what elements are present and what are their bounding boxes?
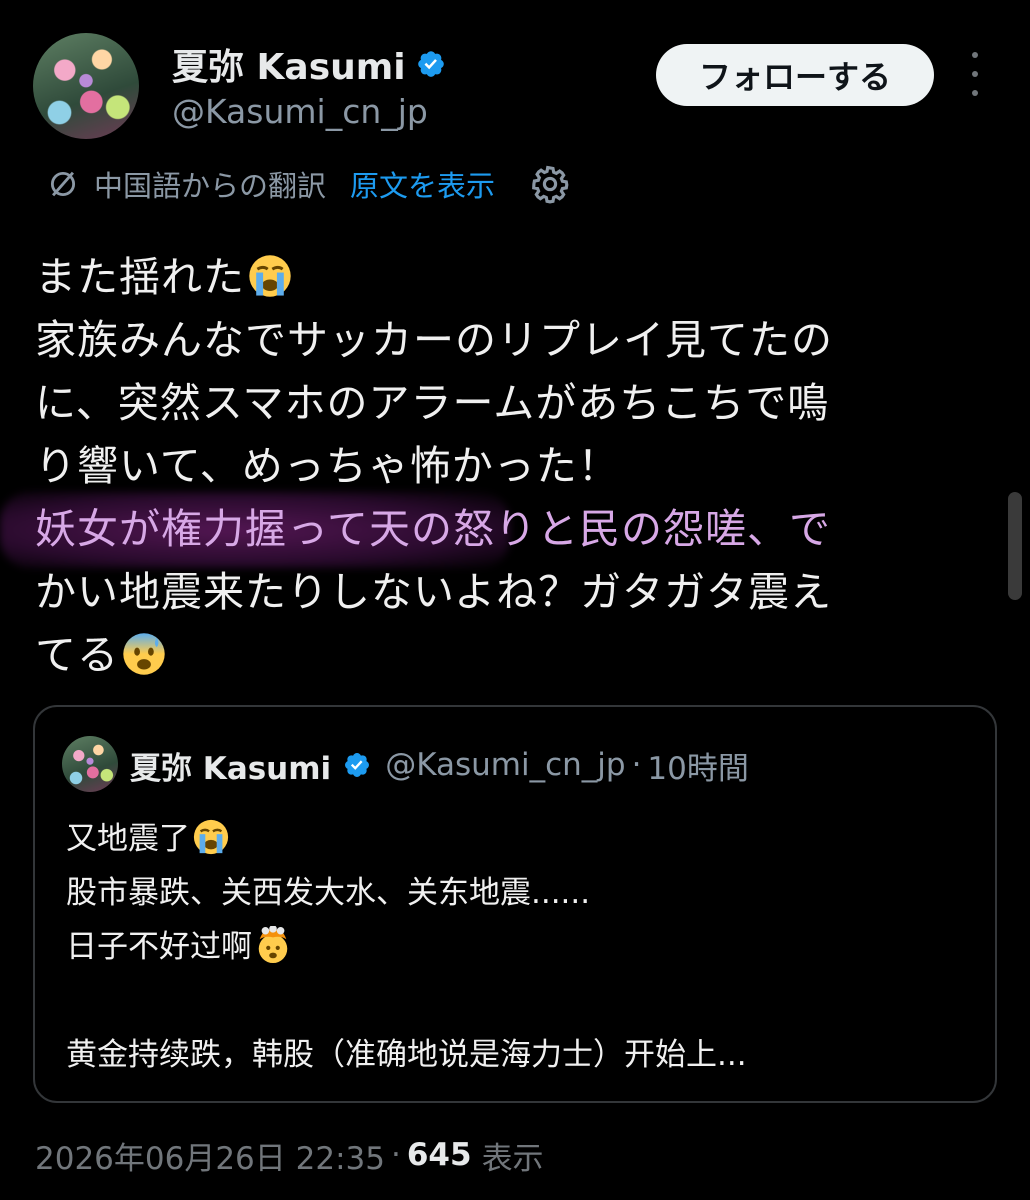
- views-label: 表示: [481, 1140, 544, 1177]
- translation-row: 中国語からの翻訳 原文を表示: [46, 162, 571, 206]
- more-vertical-icon[interactable]: [962, 52, 988, 96]
- post-body-line: り響いて、めっちゃ怖かった！: [35, 442, 620, 490]
- author-handle[interactable]: @Kasumi_cn_jp: [172, 92, 428, 131]
- post-body-text: また揺れた: [35, 253, 245, 301]
- quoted-body-line: 股市暴跌、关西发大水、关东地震......: [66, 875, 591, 911]
- separator-dot: ·: [390, 1137, 401, 1173]
- show-original-link[interactable]: 原文を表示: [350, 163, 495, 205]
- anxious-face-with-sweat-emoji: [123, 633, 165, 675]
- quoted-post-body: 又地震了 股市暴跌、关西发大水、关东地震...... 日子不好过啊 黄金持续跌，…: [66, 812, 966, 1082]
- quoted-body-text: 又地震了: [66, 821, 190, 857]
- post-body-line: かい地震来たりしないよね？ガタガタ震え: [35, 568, 833, 616]
- quoted-body-text: 日子不好过啊: [66, 929, 252, 965]
- quoted-body-line: [66, 974, 966, 1028]
- follow-button[interactable]: フォローする: [656, 44, 934, 106]
- author-avatar[interactable]: [33, 33, 139, 139]
- post-body-line-highlighted: 妖女が権力握って天の怒りと民の怨嗟、で: [35, 505, 831, 553]
- loudly-crying-face-emoji: [193, 819, 229, 855]
- translation-label: 中国語からの翻訳: [94, 169, 327, 203]
- post-timestamp[interactable]: 2026年06月26日 22:35: [35, 1133, 385, 1178]
- quoted-body-line: 黄金持续跌，韩股（准确地说是海力士）开始上...: [66, 1037, 747, 1073]
- post-body-text: てる: [35, 631, 119, 679]
- quoted-author-name[interactable]: 夏弥 Kasumi: [130, 743, 331, 788]
- verified-badge-icon: [345, 753, 370, 777]
- exploding-head-emoji: [258, 926, 288, 964]
- quoted-body-line: 又地震了: [66, 812, 966, 866]
- post-meta-row: 2026年06月26日 22:35 · 645 表示: [35, 1130, 544, 1180]
- gear-icon[interactable]: [529, 163, 571, 205]
- quoted-post-time[interactable]: 10時間: [647, 743, 748, 788]
- loudly-crying-face-emoji: [249, 255, 291, 297]
- author-name-row[interactable]: 夏弥 Kasumi: [172, 38, 446, 90]
- post-body-line: 家族みんなでサッカーのリプレイ見てたの: [35, 316, 833, 364]
- translate-icon: [50, 171, 76, 197]
- quoted-post-header: 夏弥 Kasumi @Kasumi_cn_jp · 10時間: [130, 740, 749, 790]
- quoted-author-handle[interactable]: @Kasumi_cn_jp: [385, 747, 625, 783]
- post-body-line: てる: [35, 624, 985, 687]
- quoted-body-line: 日子不好过啊: [66, 920, 966, 974]
- views-count: 645: [406, 1137, 472, 1173]
- post-body: また揺れた 家族みんなでサッカーのリプレイ見てたの に、突然スマホのアラームがあ…: [35, 246, 985, 687]
- post-body-line: また揺れた: [35, 246, 985, 309]
- separator-dot: ·: [631, 747, 642, 783]
- verified-badge-icon: [417, 51, 444, 77]
- post-body-line: に、突然スマホのアラームがあちこちで鳴: [35, 379, 830, 427]
- author-name[interactable]: 夏弥 Kasumi: [172, 38, 406, 90]
- quoted-author-avatar[interactable]: [62, 736, 118, 792]
- scrollbar[interactable]: [1008, 492, 1022, 600]
